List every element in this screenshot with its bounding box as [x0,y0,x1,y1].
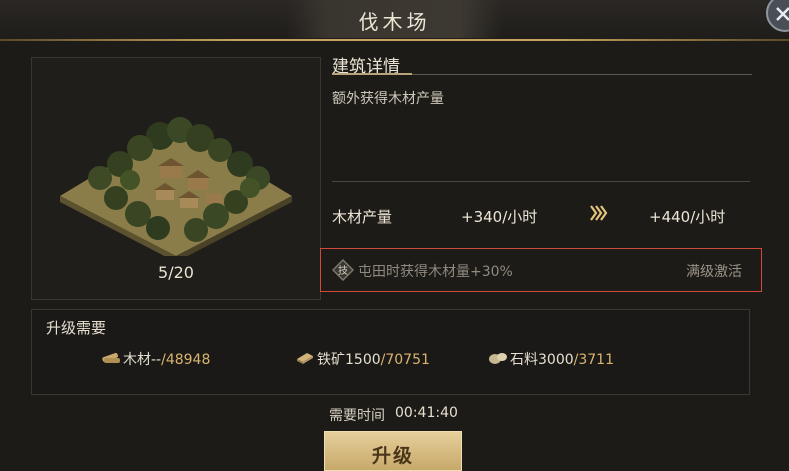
production-current: +340/小时 [461,208,538,226]
time-label: 需要时间 [329,408,385,424]
requirements-title: 升级需要 [46,319,107,337]
requirement-stone: 石料3000/3711 [510,349,614,369]
requirement-wood: 木材--/48948 [123,349,210,369]
upgrade-button[interactable]: 升级 [324,431,462,471]
bonus-status: 满级激活 [686,264,742,280]
skill-badge-icon: 技 [332,259,354,281]
building-preview-panel: 5/20 [31,57,321,300]
requirement-wood-total: /48948 [161,352,211,368]
triple-chevron-right-icon [590,205,608,221]
details-divider [332,181,750,182]
requirement-stone-name: 石料 [510,352,538,368]
requirement-stone-current: 3000 [538,352,574,368]
wood-icon [102,352,120,363]
time-value: 00:41:40 [395,405,458,421]
requirement-stone-total: /3711 [573,352,614,368]
requirement-iron-name: 铁矿 [317,352,345,368]
skill-badge-char: 技 [338,264,348,277]
lumber-mill-image [60,117,292,256]
bonus-text: 屯田时获得木材量+30% [358,264,513,280]
production-label: 木材产量 [332,208,393,226]
iron-icon [297,353,313,364]
production-next: +440/小时 [649,208,726,226]
requirement-iron-total: /70751 [380,352,430,368]
title-divider [0,39,789,41]
section-title-underline [332,73,412,75]
building-description: 额外获得木材产量 [332,91,444,107]
requirement-iron-current: 1500 [345,352,381,368]
close-icon [776,7,789,21]
requirement-iron: 铁矿1500/70751 [317,349,430,369]
building-level: 5/20 [158,263,194,282]
requirement-wood-name: 木材 [123,352,151,368]
stone-icon [489,353,507,364]
window-title: 伐木场 [358,10,431,34]
requirement-wood-current: -- [151,352,162,368]
